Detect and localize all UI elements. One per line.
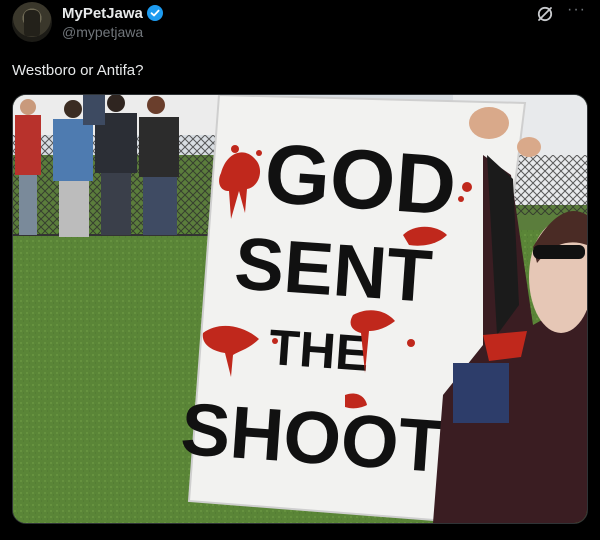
protest-photo: GOD SENT THE SHOOTER: [13, 95, 587, 523]
author-handle[interactable]: @mypetjawa: [62, 24, 143, 40]
avatar[interactable]: [12, 2, 52, 42]
author-display-name[interactable]: MyPetJawa: [62, 5, 143, 22]
tweet-image[interactable]: GOD SENT THE SHOOTER: [12, 94, 588, 524]
tweet-text: Westboro or Antifa?: [12, 62, 144, 79]
tweet-header: MyPetJawa @mypetjawa ···: [12, 0, 588, 48]
author-name-row: MyPetJawa: [62, 4, 163, 22]
more-options-icon[interactable]: ···: [567, 0, 586, 20]
sign-line-1: GOD: [262, 126, 459, 233]
verified-badge-icon: [146, 5, 163, 21]
grok-icon[interactable]: [536, 5, 554, 23]
avatar-figure: [24, 10, 40, 36]
